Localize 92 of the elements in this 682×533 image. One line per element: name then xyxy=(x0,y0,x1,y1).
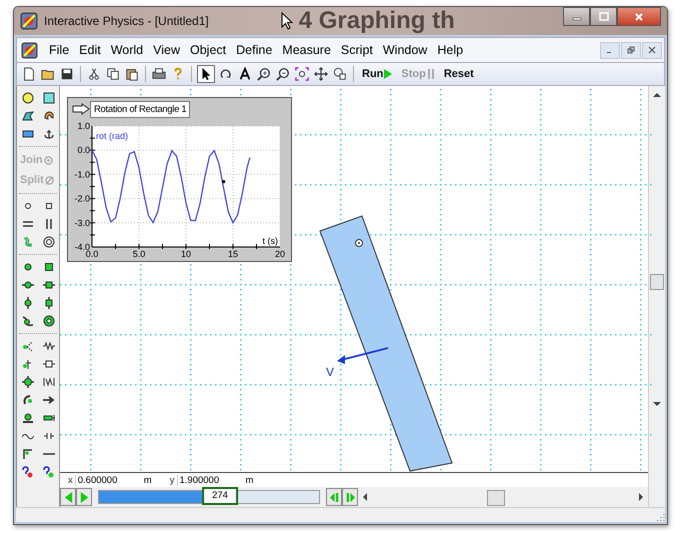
question-mark-icon[interactable] xyxy=(42,466,54,478)
question-mark-icon[interactable] xyxy=(22,466,34,478)
menu-item[interactable]: View xyxy=(148,43,185,57)
close-icon xyxy=(648,46,656,54)
join-icon xyxy=(44,156,53,164)
app-icon xyxy=(20,12,38,30)
menu-item[interactable]: Edit xyxy=(74,43,106,57)
x-coordinate-label: x xyxy=(68,474,73,486)
polygon-icon[interactable] xyxy=(22,110,34,122)
maximize-button[interactable] xyxy=(590,7,617,26)
force-arrow-icon[interactable] xyxy=(42,394,54,406)
right-triangle-icon xyxy=(80,492,88,502)
circle-icon[interactable] xyxy=(22,92,34,104)
curved-body-icon[interactable] xyxy=(42,110,54,122)
scroll-thumb[interactable] xyxy=(650,274,664,290)
pin-joint-icon[interactable] xyxy=(22,261,34,273)
menu-item[interactable]: Help xyxy=(432,43,468,57)
horizontal-joint-icon[interactable] xyxy=(22,279,34,291)
vertical-joint-icon[interactable] xyxy=(22,297,34,309)
minimize-button[interactable] xyxy=(563,7,590,26)
pointer-cursor-icon xyxy=(280,12,293,30)
corner-icon[interactable] xyxy=(22,448,34,460)
fast-forward-icon xyxy=(346,492,354,502)
paste-icon[interactable] xyxy=(124,66,140,82)
close-icon xyxy=(634,12,644,22)
rigid-joint-icon[interactable] xyxy=(42,261,54,273)
menu-item[interactable]: Window xyxy=(378,43,432,57)
new-file-icon[interactable] xyxy=(21,66,37,82)
rewind-icon xyxy=(330,492,338,502)
restore-icon xyxy=(627,46,635,54)
concentric-circles-icon[interactable] xyxy=(42,236,54,248)
anchor-icon[interactable] xyxy=(42,128,54,140)
menu-item[interactable]: Define xyxy=(231,43,278,57)
maximize-icon xyxy=(598,12,608,22)
curved-slot-icon[interactable] xyxy=(22,236,34,248)
restore-button[interactable] xyxy=(621,42,641,58)
rewind-button[interactable] xyxy=(326,488,342,506)
play-icon xyxy=(384,69,392,79)
vertical-lock-icon[interactable] xyxy=(42,297,54,309)
gear-icon[interactable] xyxy=(42,315,54,327)
zoom-fit-icon[interactable] xyxy=(294,66,310,82)
torque-icon[interactable] xyxy=(22,394,34,406)
resize-grip-icon[interactable] xyxy=(655,512,665,522)
scroll-up-icon[interactable] xyxy=(653,92,661,98)
menu-item[interactable]: File xyxy=(44,43,74,57)
rectangle-icon[interactable] xyxy=(22,128,34,140)
scroll-right-icon[interactable] xyxy=(638,493,644,501)
background-heading: 4 Graphing th xyxy=(298,7,455,35)
run-button[interactable]: Run xyxy=(359,68,396,80)
object-view-icon[interactable] xyxy=(332,66,348,82)
horizontal-lock-icon[interactable] xyxy=(42,279,54,291)
cylinder-icon[interactable] xyxy=(42,412,54,424)
step-forward-button[interactable] xyxy=(76,488,92,506)
menu-item[interactable]: World xyxy=(106,43,148,57)
zoom-in-icon[interactable] xyxy=(256,66,272,82)
scissors-icon[interactable] xyxy=(86,66,102,82)
save-icon[interactable] xyxy=(59,66,75,82)
reset-button[interactable]: Reset xyxy=(440,68,477,80)
move-icon[interactable] xyxy=(313,66,329,82)
scroll-left-icon[interactable] xyxy=(362,493,368,501)
menu-item[interactable]: Script xyxy=(336,43,378,57)
rope-icon[interactable] xyxy=(22,340,34,352)
frame-counter: 274 xyxy=(202,487,238,505)
actuator-icon[interactable] xyxy=(22,412,34,424)
text-tool-icon[interactable] xyxy=(237,66,253,82)
arrow-pointer-icon[interactable] xyxy=(197,65,215,83)
left-triangle-icon xyxy=(64,492,72,502)
scroll-thumb[interactable] xyxy=(486,490,505,506)
y-unit-label: m xyxy=(246,474,254,486)
separator-icon[interactable] xyxy=(42,430,54,442)
pulley-icon[interactable] xyxy=(22,358,34,370)
close-button[interactable] xyxy=(617,7,661,26)
y-coordinate-label: y xyxy=(170,474,174,486)
printer-icon[interactable] xyxy=(151,66,167,82)
x-unit-label: m xyxy=(144,474,153,486)
spring-damper-icon[interactable] xyxy=(42,376,54,388)
pause-icon xyxy=(426,69,435,79)
window-title: Interactive Physics - [Untitled1] xyxy=(44,14,209,28)
damper-icon[interactable] xyxy=(42,358,54,370)
spring-icon[interactable] xyxy=(42,340,54,352)
motor-icon[interactable] xyxy=(22,376,34,388)
menu-item[interactable]: Measure xyxy=(277,43,336,57)
menu-item[interactable]: Object xyxy=(185,43,232,57)
tape-slider[interactable]: 274 xyxy=(98,490,320,504)
document-icon[interactable] xyxy=(21,42,38,58)
curved-joint-icon[interactable] xyxy=(22,315,34,327)
zoom-out-icon[interactable] xyxy=(275,66,291,82)
scroll-down-icon[interactable] xyxy=(653,401,661,407)
split-icon xyxy=(44,176,54,184)
step-back-button[interactable] xyxy=(60,488,76,506)
copy-icon[interactable] xyxy=(105,66,121,82)
square-icon[interactable] xyxy=(42,92,54,104)
